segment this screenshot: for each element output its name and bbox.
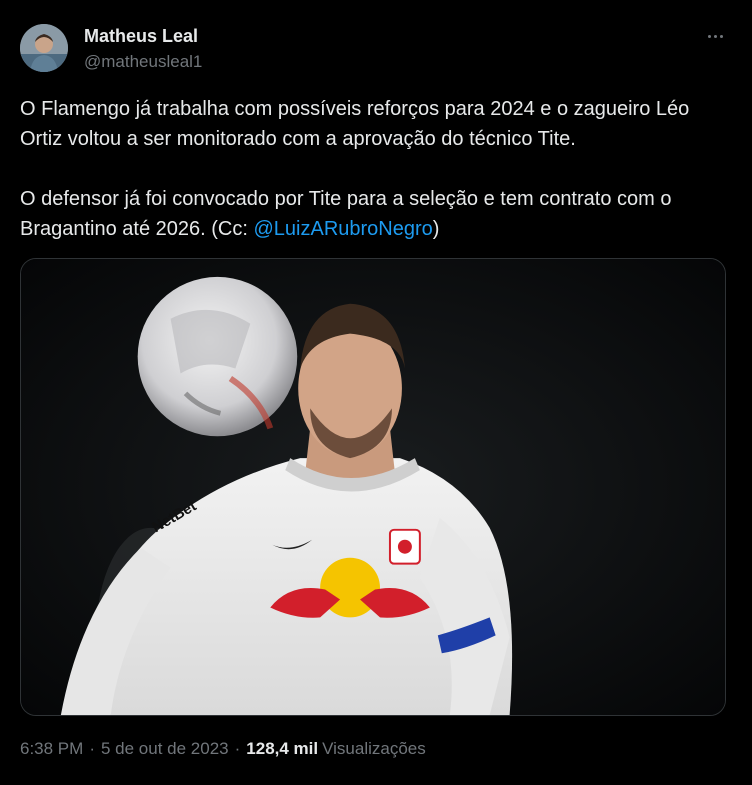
more-options-button[interactable] [700,26,730,46]
more-horizontal-icon [713,34,717,38]
author-handle[interactable]: @matheusleal1 [84,52,202,72]
meta-separator: · [89,739,95,758]
tweet-text: O Flamengo já trabalha com possíveis ref… [20,94,732,244]
tweet-paragraph-2-close: ) [432,218,440,240]
tweet-date[interactable]: 5 de out de 2023 [101,739,229,758]
author-display-name[interactable]: Matheus Leal [84,26,198,47]
tweet-paragraph-1: O Flamengo já trabalha com possíveis ref… [20,98,690,150]
tweet-meta: 6:38 PM · 5 de out de 2023 · 128,4 mil Visual… [20,739,426,759]
tweet-photo[interactable]: NetBet [20,258,726,716]
more-horizontal-icon [719,34,723,38]
player-photo: NetBet [21,259,725,715]
views-count: 128,4 mil [246,739,319,758]
mention-link[interactable]: @LuizARubroNegro [253,218,432,240]
avatar[interactable] [20,24,68,72]
tweet-paragraph-2: O defensor já foi convocado por Tite par… [20,184,732,244]
more-horizontal-icon [707,34,711,38]
tweet-time[interactable]: 6:38 PM [20,739,83,758]
avatar-image [20,24,68,72]
meta-separator: · [234,739,241,758]
views-label: Visualizações [322,739,426,758]
tweet-card: Matheus Leal @matheusleal1 O Flamengo já… [0,0,752,785]
